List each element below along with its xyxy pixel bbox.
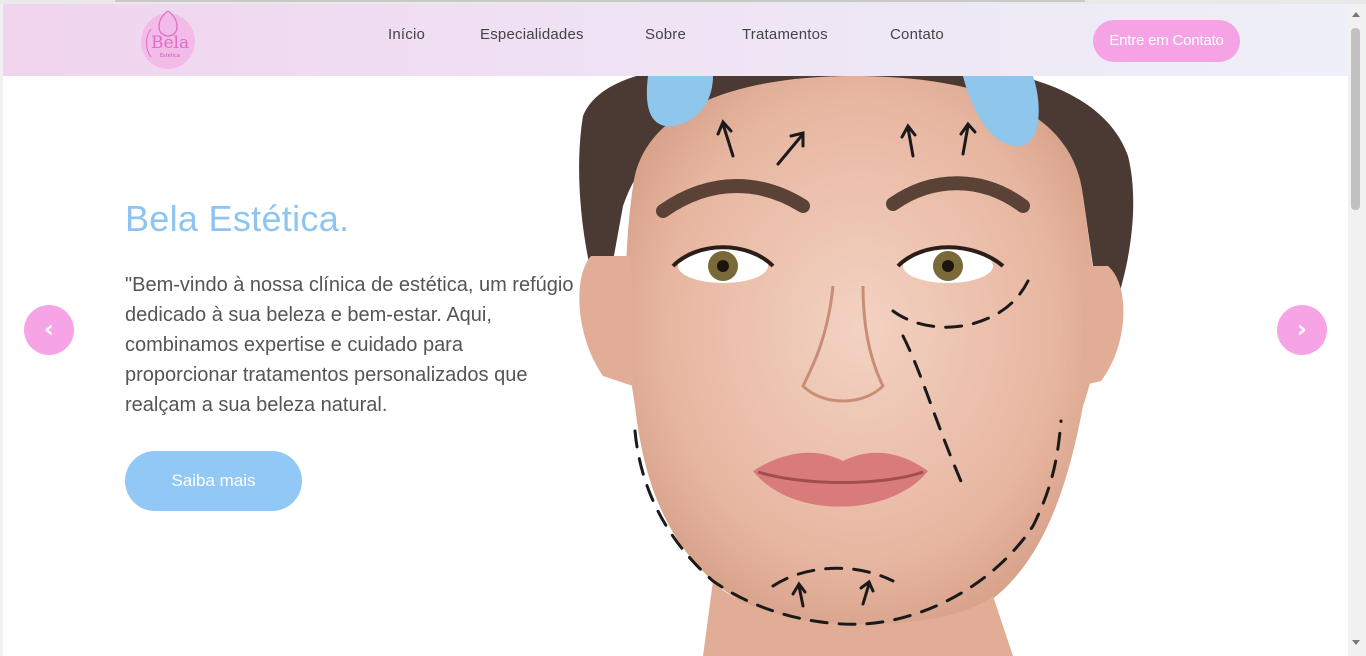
logo-subtext: Estética <box>160 53 180 59</box>
nav-item-especialidades[interactable]: Especialidades <box>480 26 584 43</box>
scroll-up-arrow-icon[interactable] <box>1352 12 1360 17</box>
vertical-scrollbar[interactable] <box>1348 4 1366 656</box>
scroll-down-arrow-icon[interactable] <box>1352 640 1360 645</box>
chevron-right-icon[interactable]: › <box>1277 305 1327 355</box>
hero-description: "Bem-vindo à nossa clínica de estética, … <box>125 274 574 416</box>
nav-item-tratamentos[interactable]: Tratamentos <box>742 26 828 43</box>
top-strip-line <box>115 0 1085 2</box>
hero-title: Bela Estética. <box>125 198 350 239</box>
page-viewport: Bela Estética Início Especialidades Sobr… <box>3 4 1348 656</box>
nav-item-inicio[interactable]: Início <box>388 26 425 43</box>
nav-item-contato[interactable]: Contato <box>890 26 944 43</box>
hero-face-image <box>579 76 1134 656</box>
nav-item-sobre[interactable]: Sobre <box>645 26 686 43</box>
browser-frame: Bela Estética Início Especialidades Sobr… <box>0 0 1366 656</box>
site-header: Bela Estética Início Especialidades Sobr… <box>3 4 1348 76</box>
contact-button[interactable]: Entre em Contato <box>1093 20 1240 62</box>
chevron-left-icon[interactable]: ‹ <box>24 305 74 355</box>
logo-text: Bela <box>151 33 190 53</box>
scroll-thumb[interactable] <box>1351 28 1360 210</box>
learn-more-button[interactable]: Saiba mais <box>125 451 302 511</box>
